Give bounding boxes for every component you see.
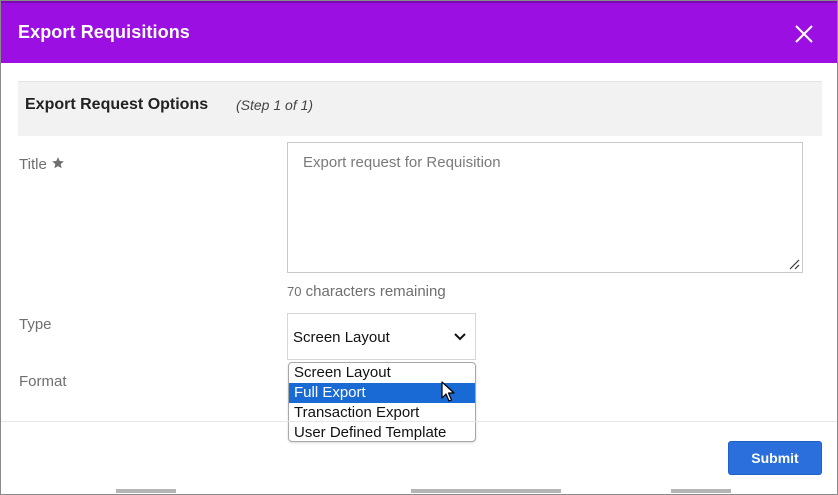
title-label: Title (19, 156, 65, 173)
characters-remaining-text: characters remaining (305, 283, 446, 300)
mouse-pointer-icon (441, 381, 455, 402)
close-icon[interactable] (793, 23, 815, 45)
title-label-text: Title (19, 156, 47, 173)
footer-divider (1, 421, 837, 422)
chevron-down-icon (454, 333, 466, 341)
background-element (116, 489, 176, 493)
dialog-header: Export Requisitions (1, 1, 837, 63)
export-requisitions-dialog: Export Requisitions Export Request Optio… (0, 0, 838, 495)
type-label: Type (19, 316, 52, 333)
section-header: Export Request Options (Step 1 of 1) (18, 81, 822, 136)
dropdown-option-screen-layout[interactable]: Screen Layout (289, 363, 475, 383)
type-select-value: Screen Layout (293, 329, 390, 346)
title-placeholder: Export request for Requisition (303, 154, 501, 171)
characters-remaining-count: 70 (287, 284, 302, 299)
section-title: Export Request Options (25, 96, 209, 113)
background-element (671, 489, 731, 493)
submit-button[interactable]: Submit (728, 441, 822, 475)
dropdown-option-user-defined-template[interactable]: User Defined Template (289, 423, 475, 441)
star-icon (51, 156, 65, 170)
dropdown-option-transaction-export[interactable]: Transaction Export (289, 403, 475, 423)
resize-grip-icon[interactable] (788, 258, 800, 270)
type-select[interactable]: Screen Layout (287, 313, 476, 360)
background-element (411, 489, 561, 493)
characters-remaining: 70 characters remaining (287, 283, 446, 300)
section-step: (Step 1 of 1) (236, 97, 314, 113)
title-textarea[interactable]: Export request for Requisition (287, 142, 803, 273)
format-label: Format (19, 373, 67, 390)
dialog-title: Export Requisitions (18, 22, 190, 42)
